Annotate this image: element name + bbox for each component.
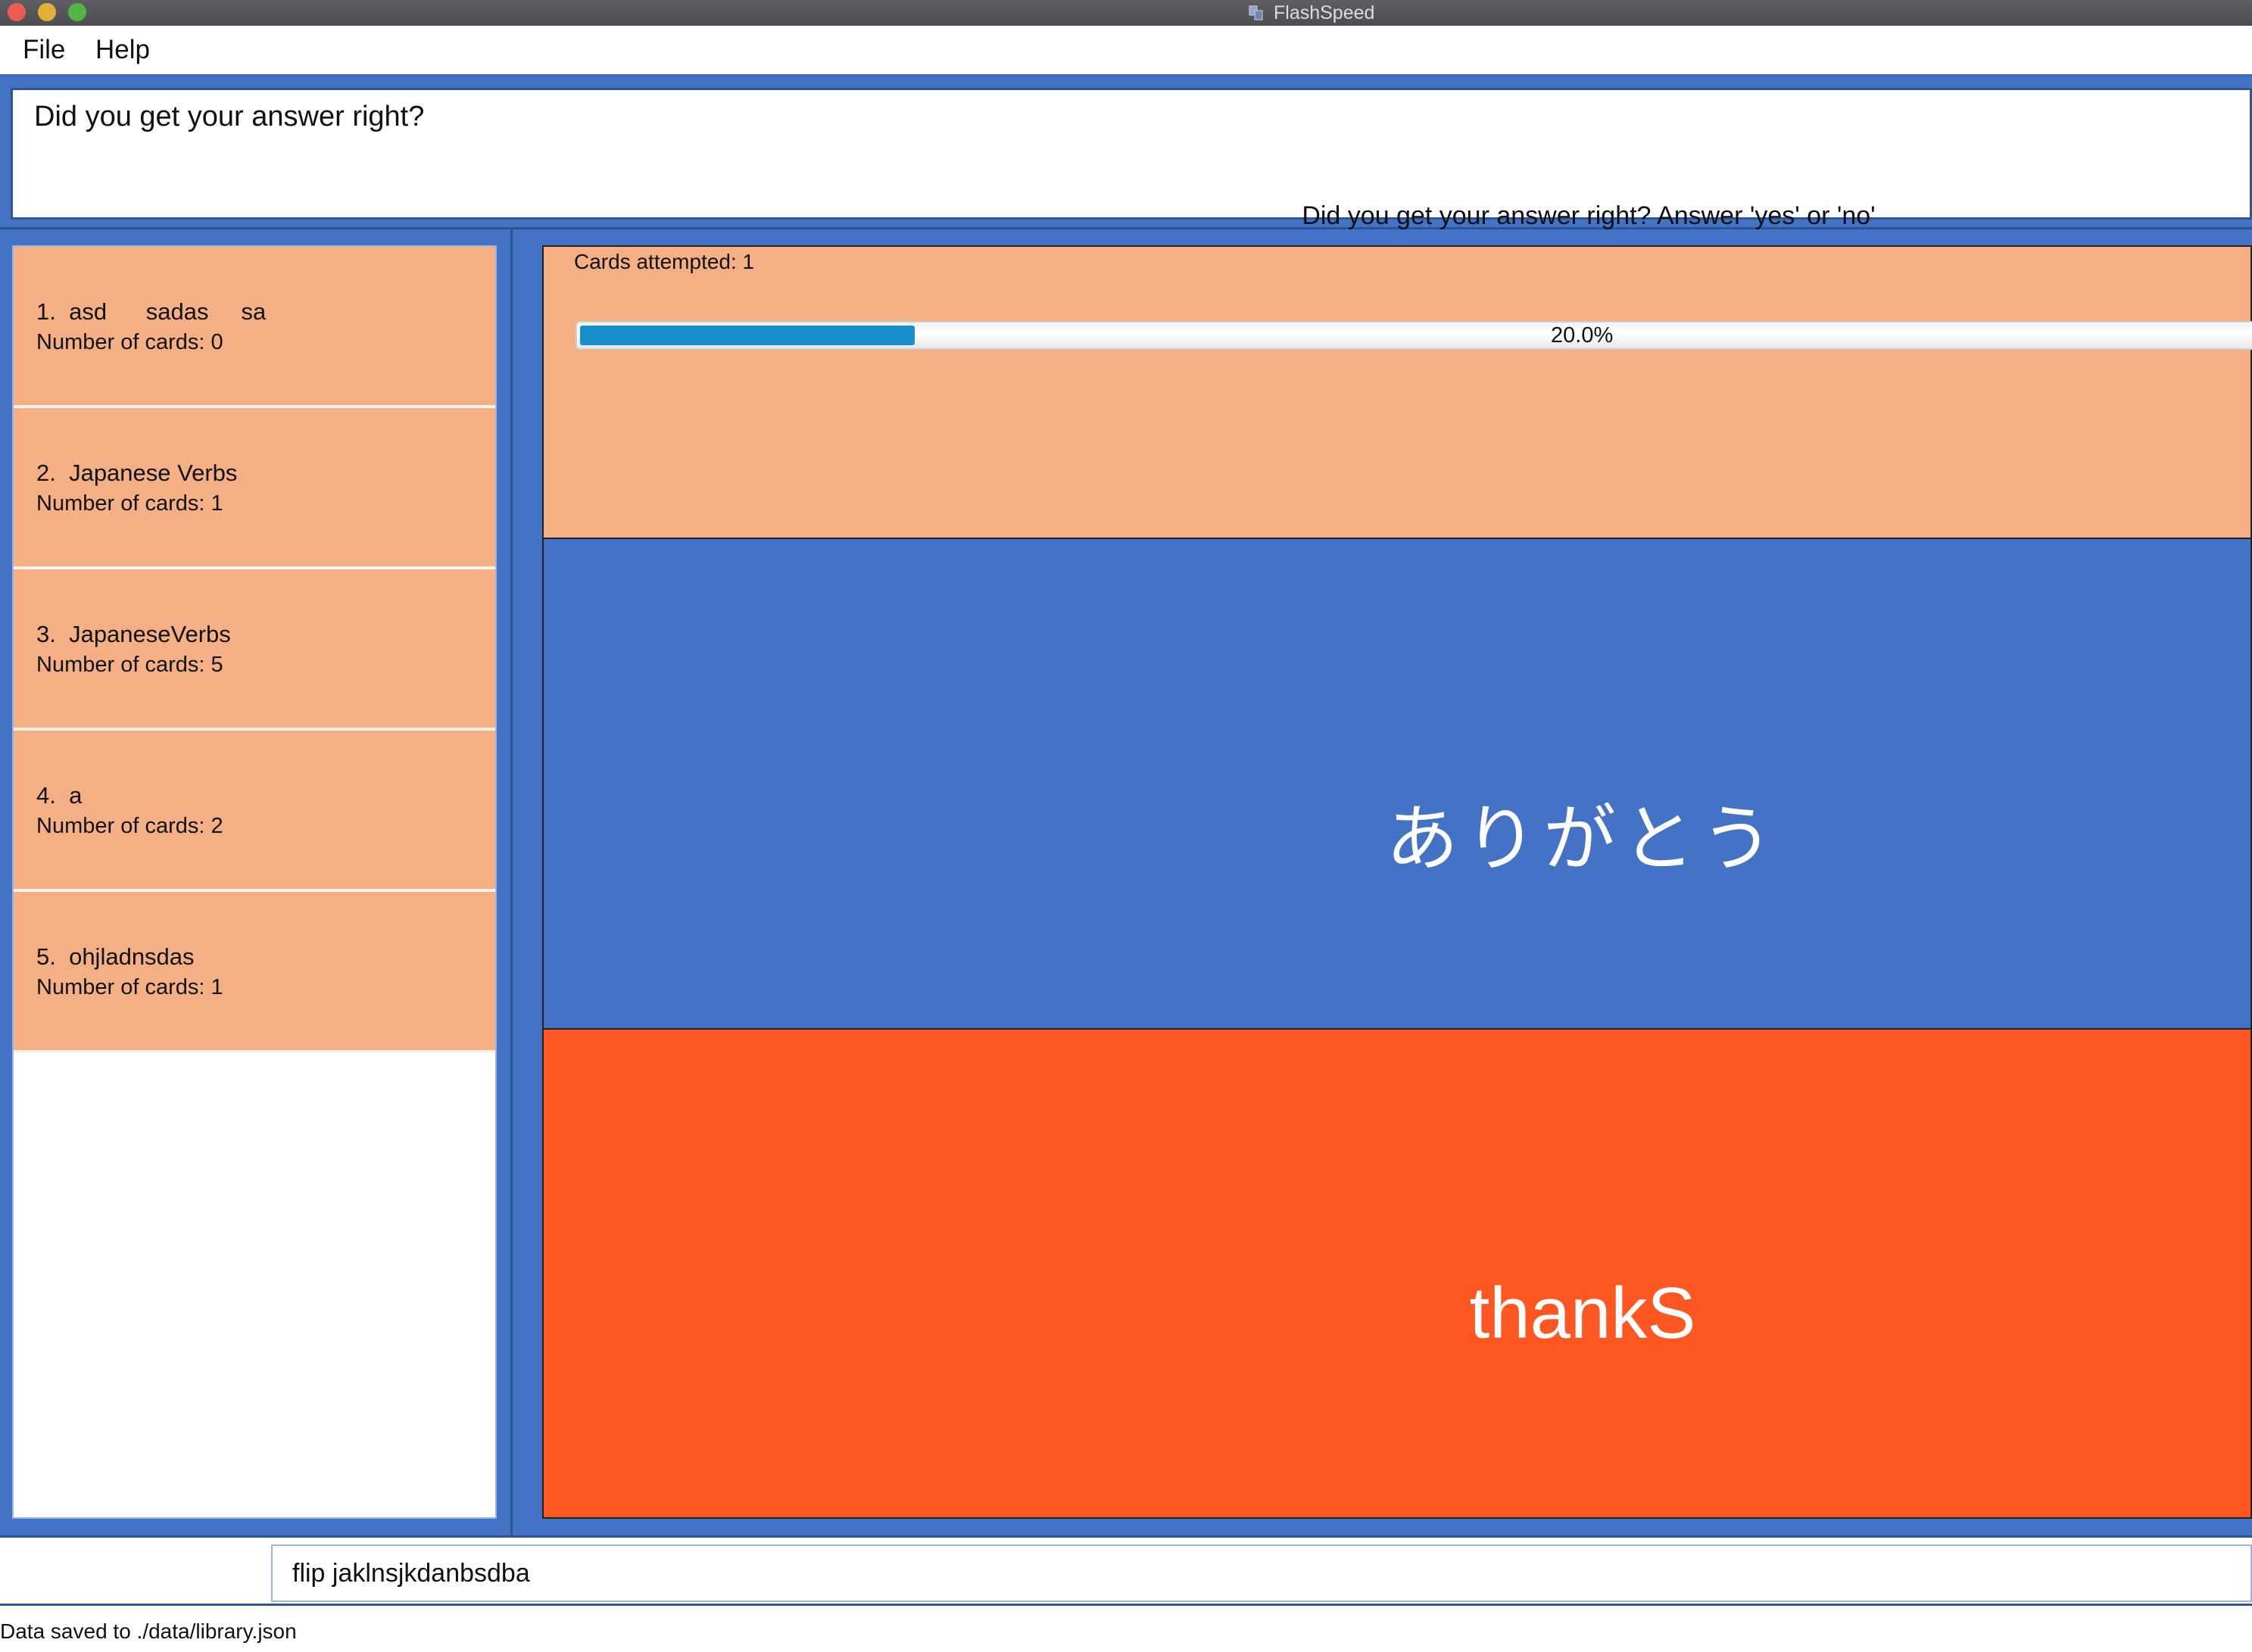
deck-list-item[interactable]: 1. asd sadas sa Number of cards: 0	[14, 247, 495, 407]
question-text: ありがとう	[1386, 796, 1779, 881]
command-bar-divider	[0, 1535, 2252, 1538]
deck-list-item[interactable]: 4. a Number of cards: 2	[14, 731, 495, 891]
menu-file[interactable]: File	[23, 35, 65, 65]
deck-name: 5. ohjladnsdas	[36, 943, 195, 970]
window-title: FlashSpeed	[1274, 2, 1375, 23]
progress-percent-label: 20.0%	[1551, 323, 1614, 348]
split-divider[interactable]	[0, 227, 2252, 229]
flashspeed-app-icon	[1246, 3, 1266, 23]
title-bar: FlashSpeed	[0, 0, 2252, 26]
close-window-button[interactable]	[8, 3, 26, 21]
minimize-window-button[interactable]	[38, 3, 56, 21]
deck-card-count: Number of cards: 1	[36, 491, 223, 516]
deck-name: 3. JapaneseVerbs	[36, 621, 231, 647]
deck-name: 1. asd sadas sa	[36, 298, 267, 325]
deck-name: 4. a	[36, 782, 83, 809]
deck-list-item[interactable]: 3. JapaneseVerbs Number of cards: 5	[14, 569, 495, 730]
deck-list[interactable]: 1. asd sadas sa Number of cards: 0 2. Ja…	[12, 245, 497, 1519]
progress-bar-fill	[580, 326, 915, 345]
command-input[interactable]	[271, 1544, 2252, 1602]
play-status-panel: Cards attempted: 1 20.0%	[542, 245, 2252, 539]
command-label: Enter command:	[20, 1561, 181, 1585]
progress-bar	[575, 321, 2252, 350]
menu-help[interactable]: Help	[95, 35, 150, 65]
result-display[interactable]: Did you get your answer right?	[11, 88, 2252, 220]
deck-list-item[interactable]: 2. Japanese Verbs Number of cards: 1	[14, 408, 495, 569]
deck-card-count: Number of cards: 5	[36, 653, 223, 677]
zoom-window-button[interactable]	[68, 3, 86, 21]
answer-card	[542, 1028, 2252, 1519]
vertical-split-divider[interactable]	[510, 229, 513, 1537]
deck-card-count: Number of cards: 1	[36, 975, 223, 999]
cards-attempted-label: Cards attempted: 1	[574, 250, 755, 273]
deck-list-item[interactable]: 5. ohjladnsdas Number of cards: 1	[14, 892, 495, 1052]
menu-bar: File Help	[0, 26, 2252, 77]
status-bar: Data saved to ./data/library.json	[0, 1606, 2252, 1652]
deck-name: 2. Japanese Verbs	[36, 460, 238, 486]
deck-card-count: Number of cards: 2	[36, 814, 223, 838]
answer-prompt-text: Did you get your answer right? Answer 'y…	[1302, 201, 1876, 230]
result-text: Did you get your answer right?	[34, 101, 425, 132]
window-title-group: FlashSpeed	[1246, 0, 1374, 26]
answer-text: thankS	[1469, 1273, 1696, 1354]
deck-card-count: Number of cards: 0	[36, 330, 223, 354]
save-location-status: Data saved to ./data/library.json	[0, 1619, 297, 1643]
